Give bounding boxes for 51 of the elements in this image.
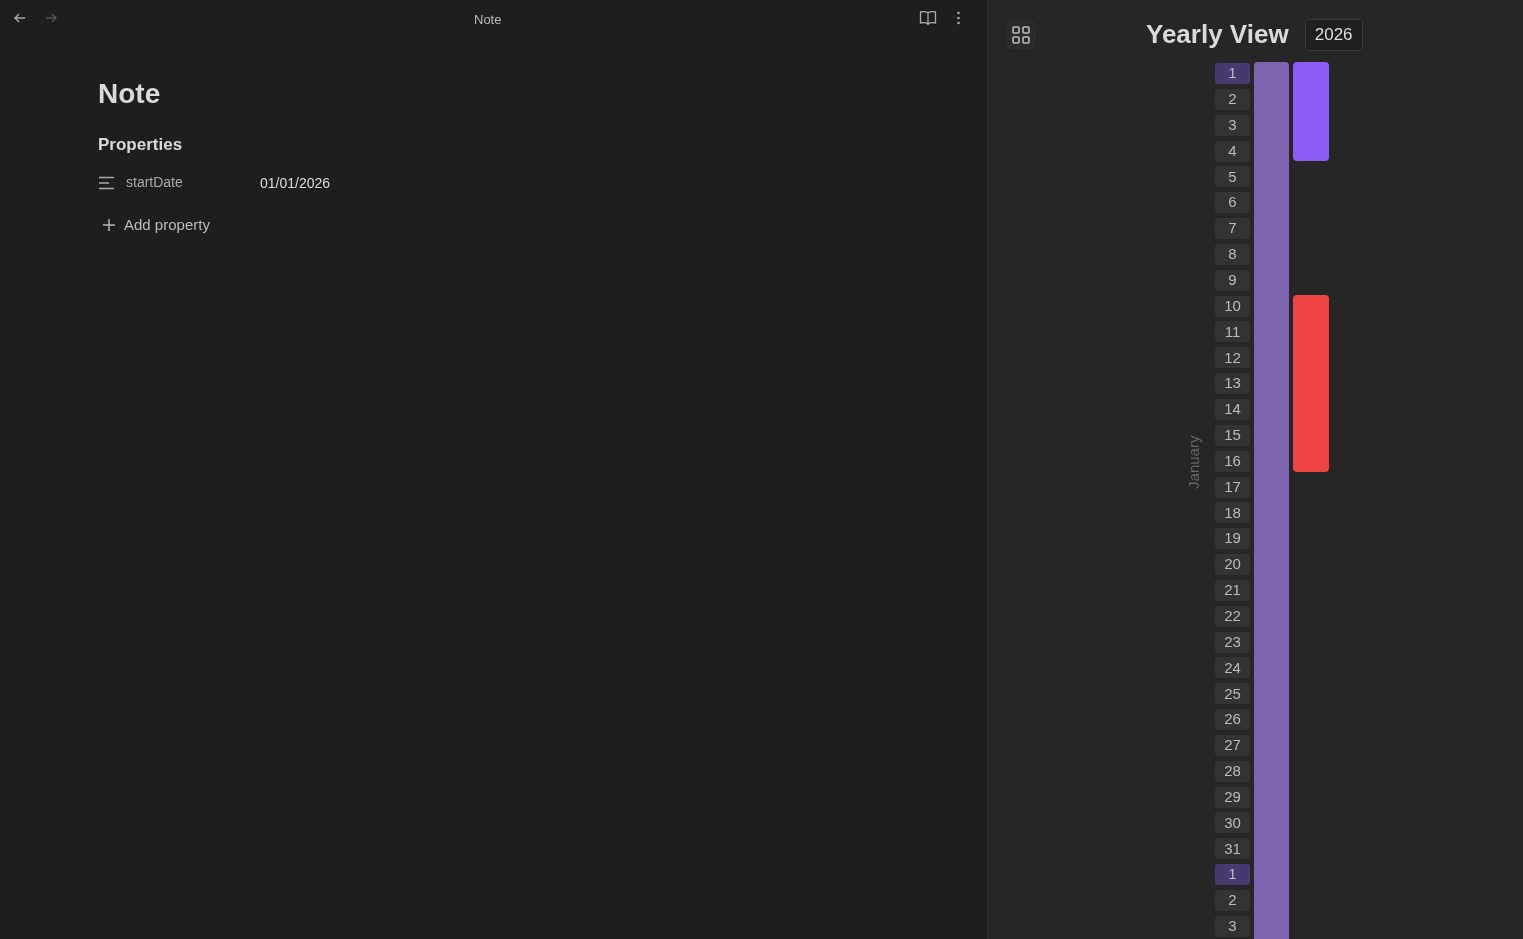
day-cell[interactable]: 9 <box>1215 269 1250 291</box>
day-cell[interactable]: 3 <box>1215 114 1250 136</box>
property-key[interactable]: startDate <box>126 172 260 193</box>
plus-icon <box>102 217 116 232</box>
day-cell[interactable]: 12 <box>1215 347 1250 369</box>
day-cell[interactable]: 7 <box>1215 218 1250 240</box>
day-cell[interactable]: 6 <box>1215 192 1250 214</box>
view-title: Yearly View <box>1146 18 1289 51</box>
day-cell[interactable]: 8 <box>1215 243 1250 265</box>
book-icon[interactable] <box>919 10 937 26</box>
day-cell[interactable]: 29 <box>1215 786 1250 808</box>
day-cell[interactable]: 22 <box>1215 605 1250 627</box>
day-cell[interactable]: 31 <box>1215 838 1250 860</box>
day-cell[interactable]: 5 <box>1215 166 1250 188</box>
month-label: January <box>1184 435 1204 490</box>
day-cell[interactable]: 11 <box>1215 321 1250 343</box>
day-cell[interactable]: 23 <box>1215 631 1250 653</box>
day-cell[interactable]: 15 <box>1215 424 1250 446</box>
day-cell[interactable]: 20 <box>1215 554 1250 576</box>
day-cell[interactable]: 14 <box>1215 398 1250 420</box>
tab-title: Note <box>474 11 502 29</box>
event-bar-segment[interactable] <box>1293 294 1329 321</box>
grid-icon <box>1010 24 1031 45</box>
day-cell[interactable]: 1 <box>1215 864 1250 886</box>
day-cell[interactable]: 25 <box>1215 683 1250 705</box>
day-cell[interactable]: 10 <box>1215 295 1250 317</box>
day-cell[interactable]: 3 <box>1215 915 1250 937</box>
day-cell[interactable]: 17 <box>1215 476 1250 498</box>
day-cell[interactable]: 16 <box>1215 450 1250 472</box>
day-cell[interactable]: 27 <box>1215 734 1250 756</box>
day-cell[interactable]: 19 <box>1215 528 1250 550</box>
day-cell[interactable]: 18 <box>1215 502 1250 524</box>
add-property-button[interactable]: Add property <box>102 213 210 236</box>
properties-heading: Properties <box>98 134 184 156</box>
more-options-icon[interactable] <box>956 11 961 25</box>
day-cell[interactable]: 26 <box>1215 709 1250 731</box>
day-cell[interactable]: 28 <box>1215 760 1250 782</box>
day-cell[interactable]: 30 <box>1215 812 1250 834</box>
event-bar-segment[interactable] <box>1293 139 1329 162</box>
year-field[interactable]: 2026 <box>1304 18 1363 51</box>
note-title: Note <box>98 77 162 111</box>
day-cell[interactable]: 4 <box>1215 140 1250 162</box>
grid-view-button[interactable] <box>1005 19 1036 50</box>
property-value[interactable]: 01/01/2026 <box>260 173 331 194</box>
day-cell[interactable]: 1 <box>1215 63 1250 84</box>
day-cell[interactable]: 21 <box>1215 579 1250 601</box>
day-cell[interactable]: 13 <box>1215 373 1250 395</box>
day-cell[interactable]: 2 <box>1215 88 1250 110</box>
day-cell[interactable]: 2 <box>1215 890 1250 911</box>
day-cell[interactable]: 24 <box>1215 657 1250 679</box>
text-lines-icon <box>98 175 115 190</box>
